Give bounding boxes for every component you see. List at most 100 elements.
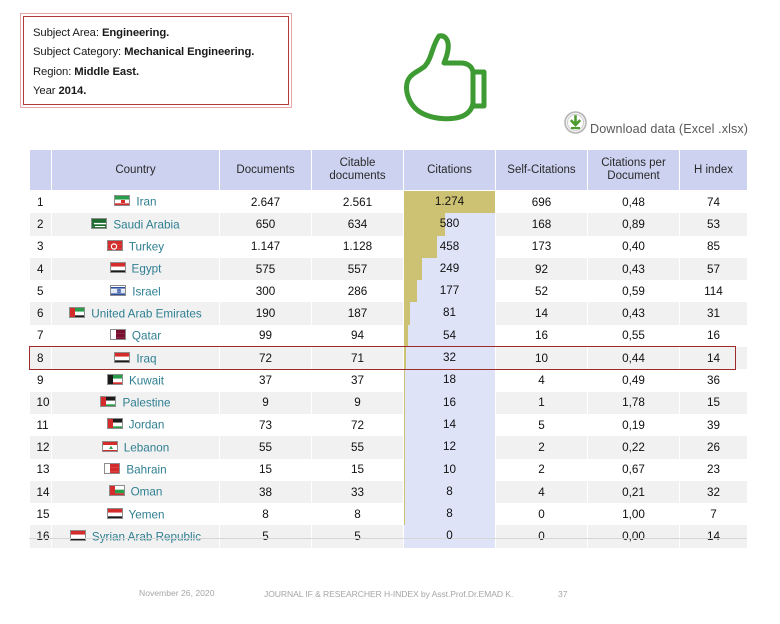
table-row[interactable]: 15 Yemen 8 8 8 0 1,00 7 bbox=[29, 503, 748, 526]
row-country-cell[interactable]: Yemen bbox=[51, 503, 220, 526]
footer-attribution: JOURNAL IF & RESEARCHER H-INDEX by Asst.… bbox=[264, 589, 514, 599]
table-row[interactable]: 8 Iraq 72 71 32 10 0,44 14 bbox=[29, 347, 748, 370]
row-country-name[interactable]: Jordan bbox=[129, 419, 165, 432]
row-citations-per-document: 0,49 bbox=[587, 369, 680, 392]
row-documents: 190 bbox=[219, 302, 312, 325]
row-self-citations: 4 bbox=[495, 480, 588, 504]
row-self-citations: 92 bbox=[495, 257, 588, 281]
row-country-name[interactable]: Yemen bbox=[129, 508, 165, 521]
row-country-name[interactable]: Syrian Arab Republic bbox=[92, 530, 201, 543]
row-h-index: 85 bbox=[679, 235, 748, 258]
table-row[interactable]: 4 Egypt 575 557 249 92 0,43 57 bbox=[29, 257, 748, 281]
row-citations-per-document: 0,43 bbox=[587, 257, 680, 281]
table-row[interactable]: 10 Palestine 9 9 16 1 1,78 15 bbox=[29, 391, 748, 414]
row-rank: 12 bbox=[29, 436, 52, 459]
row-self-citations: 4 bbox=[495, 369, 588, 392]
citations-value: 10 bbox=[442, 462, 456, 476]
row-country-cell[interactable]: Kuwait bbox=[51, 369, 220, 392]
column-header-self-citations[interactable]: Self-Citations bbox=[495, 149, 588, 191]
citations-bar bbox=[404, 436, 405, 459]
row-country-name[interactable]: Israel bbox=[132, 285, 161, 298]
citations-value: 16 bbox=[442, 395, 456, 409]
info-value-subject-area: Engineering. bbox=[101, 27, 170, 39]
row-citable-documents: 187 bbox=[311, 302, 404, 325]
info-value-year: 2014. bbox=[58, 84, 87, 97]
flag-palestine bbox=[100, 396, 117, 408]
row-citable-documents: 33 bbox=[311, 480, 404, 504]
citations-bar bbox=[404, 480, 405, 504]
table-row[interactable]: 5 Israel 300 286 177 52 0,59 114 bbox=[29, 280, 748, 303]
info-line-year: Year 2014. bbox=[33, 82, 279, 101]
row-country-cell[interactable]: Syrian Arab Republic bbox=[51, 525, 220, 548]
row-rank: 8 bbox=[29, 347, 52, 370]
row-country-cell[interactable]: Turkey bbox=[51, 235, 220, 258]
row-country-name[interactable]: Bahrain bbox=[126, 463, 166, 476]
row-h-index: 32 bbox=[679, 480, 748, 504]
row-country-cell[interactable]: Qatar bbox=[51, 324, 220, 348]
row-documents: 73 bbox=[219, 413, 312, 437]
column-header-citations[interactable]: Citations bbox=[403, 149, 496, 191]
row-citable-documents: 55 bbox=[311, 436, 404, 459]
download-data-label: Download data (Excel .xlsx) bbox=[590, 122, 749, 136]
row-self-citations: 14 bbox=[495, 302, 588, 325]
row-citable-documents: 15 bbox=[311, 458, 404, 481]
table-row[interactable]: 1 Iran 2.647 2.561 1.274 696 0,48 74 bbox=[29, 190, 748, 214]
row-country-name[interactable]: United Arab Emirates bbox=[91, 307, 201, 320]
row-country-cell[interactable]: Saudi Arabia bbox=[51, 213, 220, 236]
row-country-name[interactable]: Oman bbox=[131, 486, 163, 499]
row-citable-documents: 72 bbox=[311, 413, 404, 437]
column-header-h-index[interactable]: H index bbox=[679, 149, 748, 191]
row-country-cell[interactable]: Palestine bbox=[51, 391, 220, 414]
table-row[interactable]: 13 Bahrain 15 15 10 2 0,67 23 bbox=[29, 458, 748, 481]
row-h-index: 57 bbox=[679, 257, 748, 281]
table-row[interactable]: 14 Oman 38 33 8 4 0,21 32 bbox=[29, 480, 748, 504]
row-rank: 3 bbox=[29, 235, 52, 258]
row-country-cell[interactable]: Iran bbox=[51, 190, 220, 214]
row-citable-documents: 2.561 bbox=[311, 190, 404, 214]
row-country-name[interactable]: Turkey bbox=[129, 240, 164, 253]
row-h-index: 14 bbox=[679, 525, 748, 548]
row-country-cell[interactable]: United Arab Emirates bbox=[51, 302, 220, 325]
column-header-citable-documents[interactable]: Citable documents bbox=[311, 149, 404, 191]
row-country-name[interactable]: Qatar bbox=[132, 330, 161, 343]
row-country-name[interactable]: Iraq bbox=[136, 352, 156, 365]
row-country-cell[interactable]: Iraq bbox=[51, 347, 220, 370]
row-country-name[interactable]: Egypt bbox=[132, 263, 162, 276]
row-country-cell[interactable]: Jordan bbox=[51, 413, 220, 437]
column-header-documents[interactable]: Documents bbox=[219, 149, 312, 191]
row-country-name[interactable]: Palestine bbox=[122, 397, 170, 410]
table-row[interactable]: 7 Qatar 99 94 54 16 0,55 16 bbox=[29, 324, 748, 348]
row-country-name[interactable]: Saudi Arabia bbox=[113, 218, 179, 231]
column-header-rank[interactable] bbox=[29, 149, 52, 191]
row-country-name[interactable]: Kuwait bbox=[129, 374, 164, 387]
row-self-citations: 16 bbox=[495, 324, 588, 348]
table-row[interactable]: 16 Syrian Arab Republic 5 5 0 0 0,00 14 bbox=[29, 525, 748, 548]
row-country-cell[interactable]: Egypt bbox=[51, 257, 220, 281]
table-row[interactable]: 6 United Arab Emirates 190 187 81 14 0,43 31 bbox=[29, 302, 748, 325]
row-country-name[interactable]: Iran bbox=[136, 196, 156, 209]
row-country-cell[interactable]: Lebanon bbox=[51, 436, 220, 459]
row-country-cell[interactable]: Bahrain bbox=[51, 458, 220, 481]
row-country-name[interactable]: Lebanon bbox=[124, 441, 170, 454]
flag-oman bbox=[108, 485, 125, 497]
column-header-citations-per-document[interactable]: Citations per Document bbox=[587, 149, 680, 191]
table-row[interactable]: 9 Kuwait 37 37 18 4 0,49 36 bbox=[29, 369, 748, 392]
table-row[interactable]: 3 Turkey 1.147 1.128 458 173 0,40 85 bbox=[29, 235, 748, 258]
row-self-citations: 10 bbox=[495, 347, 588, 370]
citations-bar bbox=[404, 391, 406, 414]
table-row[interactable]: 11 Jordan 73 72 14 5 0,19 39 bbox=[29, 413, 748, 437]
info-value-region: Middle East. bbox=[74, 65, 139, 78]
download-circle-icon[interactable] bbox=[563, 110, 588, 135]
row-h-index: 16 bbox=[679, 324, 748, 348]
table-row[interactable]: 2 Saudi Arabia 650 634 580 168 0,89 53 bbox=[29, 213, 748, 236]
row-country-cell[interactable]: Israel bbox=[51, 280, 220, 303]
download-data-link[interactable]: Download data (Excel .xlsx) bbox=[563, 110, 748, 136]
table-row[interactable]: 12 Lebanon 55 55 12 2 0,22 26 bbox=[29, 436, 748, 459]
column-header-country[interactable]: Country bbox=[51, 149, 220, 191]
citations-value: 580 bbox=[439, 217, 460, 231]
row-country-cell[interactable]: Oman bbox=[51, 480, 220, 504]
row-rank: 15 bbox=[29, 503, 52, 526]
flag-saudi-arabia bbox=[91, 217, 108, 229]
flag-iraq bbox=[114, 351, 131, 363]
row-self-citations: 0 bbox=[495, 525, 588, 548]
